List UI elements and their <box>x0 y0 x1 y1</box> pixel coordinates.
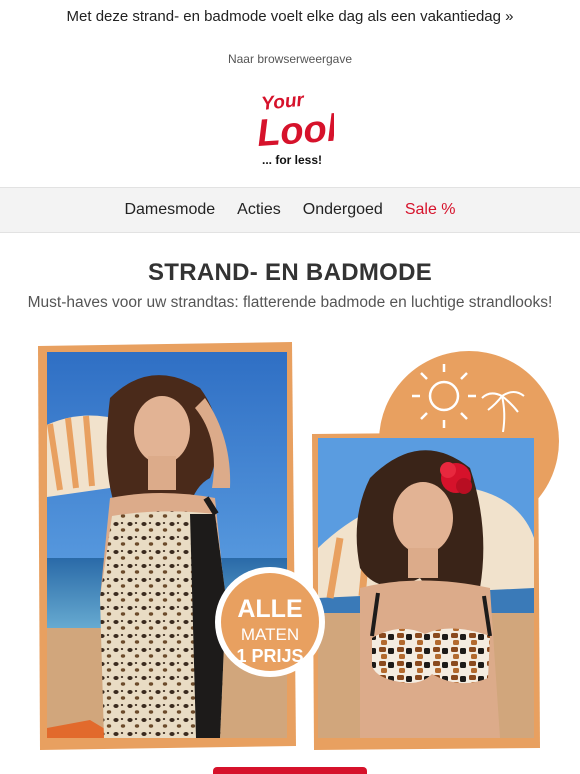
badge-line-2: MATEN <box>241 625 299 644</box>
page-title: STRAND- EN BADMODE <box>147 259 433 286</box>
preheader-link[interactable]: Met deze strand- en badmode voelt elke d… <box>67 8 514 25</box>
preheader: Met deze strand- en badmode voelt elke d… <box>0 8 580 25</box>
shop-now-button[interactable] <box>213 767 367 774</box>
logo-word-look: Look <box>256 107 334 155</box>
logo-tagline: ... for less! <box>262 153 322 167</box>
hero-banner[interactable]: ALLE MATEN 1 PRIJS <box>0 338 580 774</box>
right-photo-bikini <box>318 438 534 738</box>
nav-item-damesmode[interactable]: Damesmode <box>124 201 215 219</box>
your-look-logo[interactable]: Your Look ... for less! <box>250 89 351 170</box>
nav-item-sale[interactable]: Sale % <box>405 201 456 219</box>
all-sizes-badge: ALLE MATEN 1 PRIJS <box>215 567 325 677</box>
right-photo-frame <box>312 432 540 750</box>
page-subtitle: Must-haves voor uw strandtas: flatterend… <box>27 294 553 311</box>
left-photo-swimsuit <box>47 352 287 738</box>
browser-view-link[interactable]: Naar browserweergave <box>0 52 580 66</box>
nav-item-ondergoed[interactable]: Ondergoed <box>303 201 383 219</box>
left-photo-frame <box>38 342 296 750</box>
badge-line-3: 1 PRIJS <box>236 646 303 666</box>
nav-item-acties[interactable]: Acties <box>237 201 281 219</box>
main-nav: Damesmode Acties Ondergoed Sale % <box>0 187 580 233</box>
badge-line-1: ALLE <box>237 595 302 623</box>
